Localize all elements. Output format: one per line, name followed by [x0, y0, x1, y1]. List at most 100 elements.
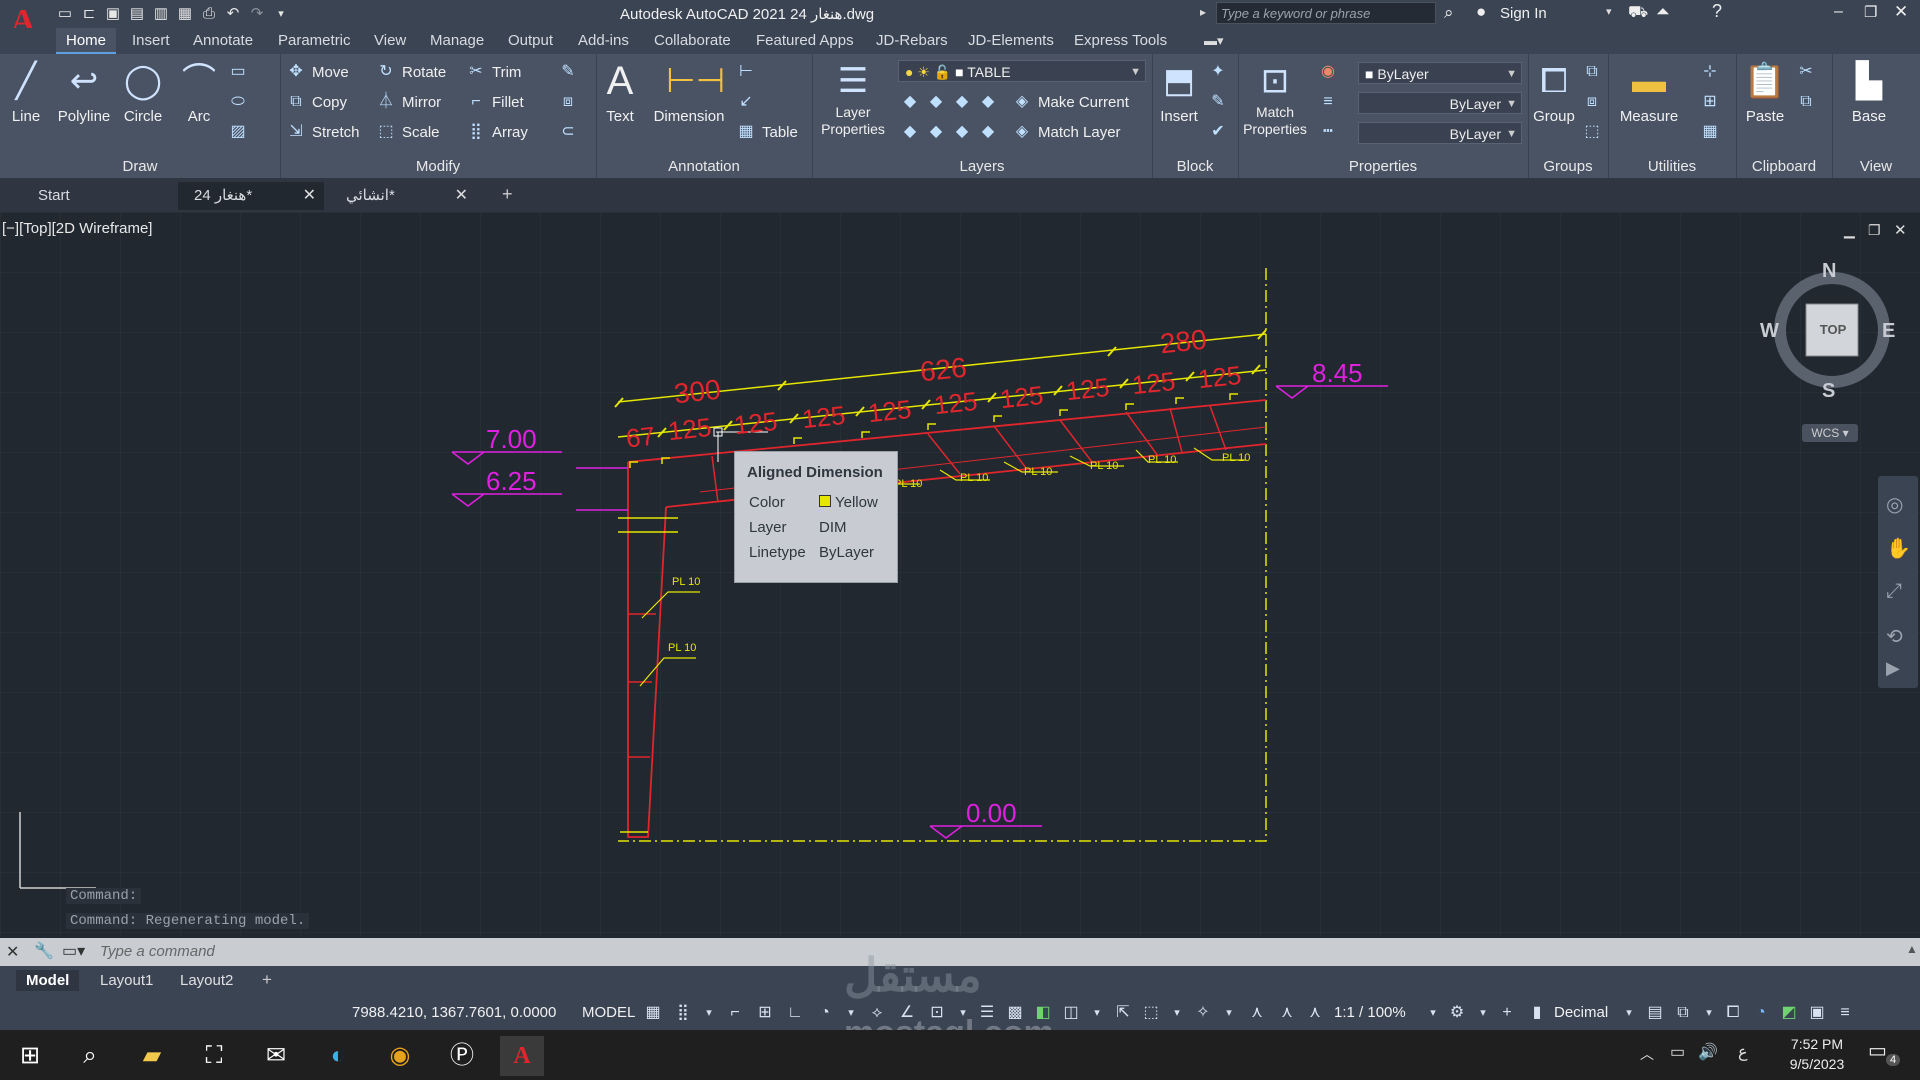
- color-dropdown[interactable]: ■ ByLayer ▼: [1358, 62, 1522, 84]
- explode-button[interactable]: ⧈: [558, 92, 578, 112]
- network-icon[interactable]: ▭: [1670, 1042, 1685, 1062]
- mirror-button[interactable]: ⏃ Mirror: [376, 92, 441, 112]
- viewport-minimize-icon[interactable]: ▁: [1844, 222, 1855, 239]
- auto-scale-icon[interactable]: ⋏: [1276, 1002, 1298, 1024]
- grid-display-icon[interactable]: ▦: [642, 1002, 664, 1024]
- modify-panel-title[interactable]: Modify: [280, 158, 596, 175]
- compass-east[interactable]: E: [1882, 320, 1895, 343]
- tab-output[interactable]: Output: [498, 28, 563, 54]
- groups-panel-title[interactable]: Groups: [1528, 158, 1608, 175]
- drawing-canvas[interactable]: [0, 212, 1920, 936]
- steering-wheel-icon[interactable]: ◎: [1886, 492, 1903, 517]
- command-expand-icon[interactable]: ▲: [1906, 942, 1918, 956]
- redo-icon[interactable]: ↷: [248, 5, 266, 23]
- clock[interactable]: 7:52 PM 9/5/2023: [1782, 1036, 1852, 1072]
- selection-filter-icon[interactable]: ⬚: [1140, 1002, 1162, 1024]
- viewport-close-icon[interactable]: ✕: [1894, 221, 1907, 239]
- layer-freeze-icon[interactable]: ◆: [952, 92, 972, 112]
- customize-command-icon[interactable]: 🔧: [34, 941, 54, 961]
- group-select-button[interactable]: ⬚: [1582, 122, 1602, 142]
- edge-browser-icon[interactable]: ◐: [318, 1036, 358, 1076]
- layer-isolate-icon[interactable]: ◆: [926, 92, 946, 112]
- close-window-icon[interactable]: ✕: [1894, 2, 1908, 22]
- layer-thaw-icon[interactable]: ◆: [952, 122, 972, 142]
- showmotion-icon[interactable]: ▶: [1886, 658, 1900, 679]
- polyline-button[interactable]: ↩ Polyline: [52, 58, 116, 125]
- microsoft-store-icon[interactable]: ⛶: [194, 1036, 234, 1076]
- create-block-button[interactable]: ✦: [1208, 62, 1228, 82]
- open-file-icon[interactable]: ⊏: [80, 5, 98, 23]
- search-expand-icon[interactable]: ▸: [1200, 5, 1206, 19]
- viewport-restore-icon[interactable]: ❐: [1868, 222, 1881, 239]
- calculator-button[interactable]: ▦: [1700, 122, 1720, 142]
- group-button[interactable]: ⧠ Group: [1530, 58, 1578, 125]
- snap-dropdown-icon[interactable]: ▾: [698, 1002, 720, 1024]
- match-properties-button[interactable]: ⊡ Match Properties: [1238, 58, 1312, 138]
- polar-tracking-icon[interactable]: ◔: [814, 1002, 836, 1024]
- save-as-icon[interactable]: ▤: [128, 5, 146, 23]
- tab-jd-elements[interactable]: JD-Elements: [958, 28, 1064, 54]
- copy-button[interactable]: ⧉ Copy: [286, 92, 347, 112]
- workspace-dropdown-icon[interactable]: ▾: [1472, 1002, 1494, 1024]
- recent-commands-icon[interactable]: ▭▾: [62, 941, 85, 961]
- file-explorer-icon[interactable]: ▰: [132, 1036, 172, 1076]
- base-button[interactable]: ▙ Base: [1844, 58, 1894, 125]
- scale-dropdown-icon[interactable]: ▾: [1422, 1002, 1444, 1024]
- cursor-coordinates[interactable]: 7988.4210, 1367.7601, 0.0000: [352, 1004, 572, 1021]
- 3d-osnap-icon[interactable]: ◫: [1060, 1002, 1082, 1024]
- customize-qat-icon[interactable]: ▾: [272, 5, 290, 23]
- arc-button[interactable]: ⌒ Arc: [174, 58, 224, 125]
- object-color-button[interactable]: ◉: [1318, 62, 1338, 82]
- block-panel-title[interactable]: Block: [1152, 158, 1238, 175]
- id-point-button[interactable]: ⊹: [1700, 62, 1720, 82]
- linetype-button[interactable]: ┅: [1318, 122, 1338, 142]
- selection-filter-dropdown-icon[interactable]: ▾: [1166, 1002, 1188, 1024]
- tab-view[interactable]: View: [364, 28, 416, 54]
- layer-lock-icon[interactable]: ◆: [978, 92, 998, 112]
- autodesk-a360-icon[interactable]: ⏶: [1656, 2, 1670, 22]
- volume-icon[interactable]: 🔊: [1698, 1042, 1718, 1062]
- tab-model[interactable]: Model: [16, 970, 80, 991]
- taskbar-search-icon[interactable]: ⌕: [70, 1036, 110, 1076]
- quick-properties-icon[interactable]: ▤: [1644, 1002, 1666, 1024]
- edit-attribute-button[interactable]: ✔: [1208, 122, 1228, 142]
- command-input[interactable]: Type a command: [100, 943, 215, 960]
- lock-ui-icon[interactable]: ⧉: [1672, 1002, 1694, 1024]
- autocad-taskbar-icon[interactable]: A: [500, 1036, 544, 1076]
- layers-panel-title[interactable]: Layers: [812, 158, 1152, 175]
- fillet-button[interactable]: ⌐ Fillet: [466, 92, 523, 112]
- array-button[interactable]: ⣿ Array: [466, 122, 528, 142]
- leader-button[interactable]: ↙: [736, 92, 756, 112]
- infer-constraints-icon[interactable]: ⌐: [724, 1002, 746, 1024]
- dynamic-ucs-icon[interactable]: ⇱: [1112, 1002, 1134, 1024]
- trim-button[interactable]: ✂ Trim: [466, 62, 521, 82]
- compass-north[interactable]: N: [1822, 260, 1836, 283]
- annotation-scale-value[interactable]: 1:1 / 100%: [1334, 1004, 1406, 1021]
- layer-unlock-icon[interactable]: ◆: [978, 122, 998, 142]
- dimension-button[interactable]: ⊢⊣ Dimension: [648, 58, 730, 125]
- windows-start-icon[interactable]: ⊞: [10, 1036, 50, 1076]
- tab-jd-rebars[interactable]: JD-Rebars: [866, 28, 958, 54]
- viewcube-top-label[interactable]: TOP: [1818, 322, 1848, 337]
- dynamic-input-icon[interactable]: ⊞: [754, 1002, 776, 1024]
- tab-insert[interactable]: Insert: [122, 28, 180, 54]
- cut-button[interactable]: ✂: [1796, 62, 1816, 82]
- input-language[interactable]: ع: [1738, 1042, 1748, 1062]
- draw-panel-title[interactable]: Draw: [0, 158, 280, 175]
- erase-button[interactable]: ✎: [558, 62, 578, 82]
- gizmo-dropdown-icon[interactable]: ▾: [1218, 1002, 1240, 1024]
- restore-window-icon[interactable]: ❐: [1864, 3, 1877, 21]
- notifications-icon[interactable]: ▭: [1868, 1038, 1887, 1063]
- tab-home[interactable]: Home: [56, 28, 117, 54]
- hardware-acceleration-icon[interactable]: ◔: [1750, 1002, 1772, 1024]
- close-icon[interactable]: ✕: [455, 182, 468, 210]
- units-dropdown-icon[interactable]: ▾: [1618, 1002, 1640, 1024]
- make-current-button[interactable]: ◈ Make Current: [1012, 92, 1129, 112]
- 3d-osnap-dropdown-icon[interactable]: ▾: [1086, 1002, 1108, 1024]
- minimize-window-icon[interactable]: –: [1834, 3, 1843, 21]
- copy-clip-button[interactable]: ⧉: [1796, 92, 1816, 112]
- move-button[interactable]: ✥ Move: [286, 62, 348, 82]
- tab-featured-apps[interactable]: Featured Apps: [746, 28, 864, 54]
- annotation-scale-icon[interactable]: ⋏: [1304, 1002, 1326, 1024]
- new-file-icon[interactable]: ▭: [56, 5, 74, 23]
